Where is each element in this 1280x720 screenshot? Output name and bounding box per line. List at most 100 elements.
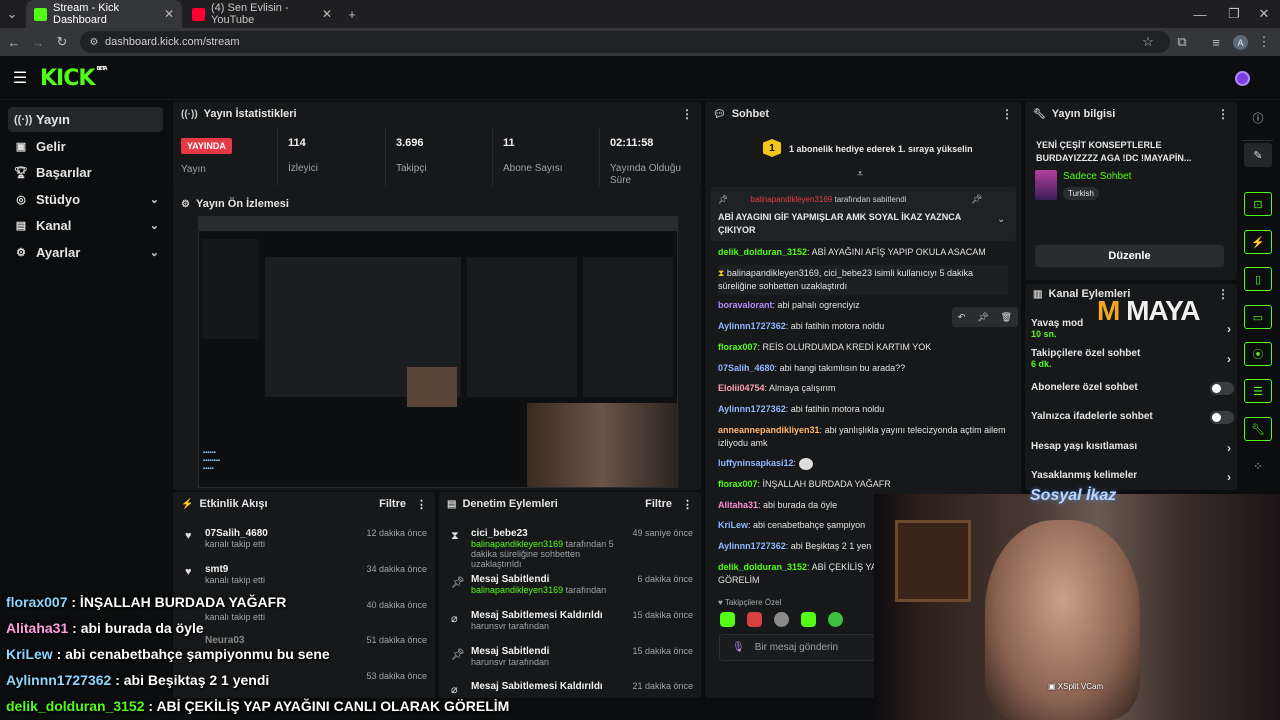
viewers-label: İzleyici bbox=[288, 163, 319, 174]
profile-avatar[interactable]: A bbox=[1233, 35, 1248, 50]
lightning-icon[interactable]: ⚡ bbox=[1244, 230, 1272, 254]
chat-user[interactable]: Aylinnn1727362 bbox=[718, 541, 786, 551]
pin-action-icon[interactable]: 📌︎ bbox=[971, 194, 982, 205]
microphone-icon[interactable]: 🎙︎ bbox=[732, 642, 745, 653]
chat-user[interactable]: florax007 bbox=[718, 342, 758, 352]
minimize-icon[interactable]: — bbox=[1192, 6, 1208, 22]
filter-button[interactable]: Filtre bbox=[379, 498, 406, 510]
stream-preview-video[interactable]: ▪▪▪▪▪▪ ▪▪▪▪▪▪▪▪ ▪▪▪▪▪ bbox=[198, 216, 678, 488]
chat-user[interactable]: delik_dolduran_3152 bbox=[718, 247, 807, 257]
divider bbox=[277, 128, 278, 186]
pencil-icon[interactable]: ✎ bbox=[1244, 143, 1272, 167]
hamburger-menu-icon[interactable]: ☰ bbox=[12, 70, 28, 87]
sidebar-item-ayarlar[interactable]: ⚙ Ayarlar ⌄ bbox=[8, 240, 163, 265]
emote-icon[interactable] bbox=[774, 612, 789, 627]
subs-stat: 11 Abone Sayısı bbox=[503, 137, 562, 175]
tab-youtube[interactable]: (4) Sen Evlisin - YouTube ✕ bbox=[184, 0, 340, 28]
reload-icon[interactable]: ↻ bbox=[54, 34, 70, 50]
bookmark-star-icon[interactable]: ☆ bbox=[1140, 34, 1156, 50]
more-options-icon[interactable]: ⋮ bbox=[1217, 287, 1229, 301]
chat-user[interactable]: Aylinnn1727362 bbox=[718, 404, 786, 414]
forward-icon[interactable]: → bbox=[30, 34, 46, 50]
more-options-icon[interactable]: ⋮ bbox=[1217, 107, 1229, 121]
chat-user[interactable]: boravalorant bbox=[718, 300, 773, 310]
close-tab-icon[interactable]: ✕ bbox=[322, 7, 332, 21]
chat-user[interactable]: Alitaha31 bbox=[718, 500, 758, 510]
sidebar-item-gelir[interactable]: ▣ Gelir bbox=[8, 134, 163, 159]
filter-button[interactable]: Filtre bbox=[645, 498, 672, 510]
chat-user[interactable]: delik_dolduran_3152 bbox=[718, 562, 807, 572]
broadcast-icon[interactable]: ⦿ bbox=[1244, 342, 1272, 366]
chat-user[interactable]: 07Salih_4680 bbox=[718, 363, 775, 373]
site-info-icon[interactable]: ⚙ bbox=[86, 34, 102, 50]
more-options-icon[interactable]: ⋮ bbox=[416, 498, 427, 511]
account-age-setting[interactable]: Hesap yaşı kısıtlaması › bbox=[1031, 441, 1231, 455]
chat-bubble-icon[interactable]: ▭ bbox=[1244, 305, 1272, 329]
emote-icon[interactable] bbox=[720, 612, 735, 627]
sidebar-item-studyo[interactable]: ◎ Stüdyo ⌄ bbox=[8, 187, 163, 212]
close-window-icon[interactable]: ✕ bbox=[1256, 6, 1272, 22]
chevron-down-icon[interactable]: ⌄ bbox=[997, 214, 1005, 225]
followers-only-setting[interactable]: Takipçilere özel sohbet 6 dk. › bbox=[1031, 348, 1231, 369]
scan-icon[interactable]: ⊡ bbox=[1244, 192, 1272, 216]
restore-icon[interactable]: ❐ bbox=[1226, 6, 1242, 22]
activity-text: kanalı takip etti bbox=[205, 539, 266, 549]
back-icon[interactable]: ← bbox=[6, 34, 22, 50]
emote-only-toggle[interactable] bbox=[1210, 411, 1234, 424]
chat-user[interactable]: Aylinnn1727362 bbox=[718, 321, 786, 331]
pin-icon[interactable]: 📌︎ bbox=[977, 312, 988, 323]
overlay-chat-line: Aylinnn1727362 : abi Beşiktaş 2 1 yendi bbox=[6, 672, 269, 688]
emote-icon[interactable] bbox=[747, 612, 762, 627]
emote-only-setting: Yalnızca ifadelerle sohbet bbox=[1031, 411, 1234, 424]
info-icon[interactable]: ⓘ bbox=[1244, 106, 1272, 130]
emote-icon[interactable] bbox=[828, 612, 843, 627]
chevron-right-icon: › bbox=[1227, 441, 1231, 455]
reading-list-icon[interactable]: ≡ bbox=[1208, 34, 1224, 50]
kick-logo[interactable]: KICK BETA bbox=[40, 66, 108, 91]
tab-title: Stream - Kick Dashboard bbox=[53, 2, 120, 26]
gift-rank-number: 1 bbox=[769, 142, 775, 154]
more-options-icon[interactable]: ⋮ bbox=[682, 498, 693, 511]
collapse-icon[interactable]: ⩡ bbox=[857, 168, 863, 181]
sidebar-item-basarilar[interactable]: 🏆︎ Başarılar bbox=[8, 160, 163, 185]
unpin-icon: ⌀ bbox=[451, 613, 458, 625]
browser-menu-icon[interactable]: ⋮ bbox=[1256, 34, 1272, 50]
slow-mode-setting[interactable]: Yavaş mod 10 sn. › bbox=[1031, 318, 1231, 339]
edit-stream-button[interactable]: Düzenle bbox=[1035, 245, 1224, 267]
followers-stat: 3.696 Takipçi bbox=[396, 137, 427, 175]
sidebar-item-label: Başarılar bbox=[36, 165, 92, 180]
delete-icon[interactable]: 🗑︎ bbox=[1001, 312, 1012, 323]
chat-user[interactable]: florax007 bbox=[718, 479, 758, 489]
more-options-icon[interactable]: ⋮ bbox=[1001, 107, 1013, 121]
subscribers-only-toggle[interactable] bbox=[1210, 382, 1234, 395]
banned-words-setting[interactable]: Yasaklanmış kelimeler › bbox=[1031, 470, 1231, 484]
user-avatar[interactable] bbox=[1235, 71, 1250, 86]
chevron-down-icon: ⌄ bbox=[149, 247, 159, 259]
chat-user[interactable]: KriLew bbox=[718, 520, 748, 530]
chat-input[interactable]: 🎙︎ Bir mesaj gönderin bbox=[719, 634, 875, 661]
chat-icon: 💬︎ bbox=[713, 108, 726, 120]
reply-icon[interactable]: ↶ bbox=[958, 312, 966, 323]
apps-icon[interactable]: ⁘ bbox=[1244, 454, 1272, 478]
sidebar-item-yayin[interactable]: ((·)) Yayın bbox=[8, 107, 163, 132]
chat-user[interactable]: luffyninsapkasi12 bbox=[718, 458, 794, 468]
url-input[interactable]: dashboard.kick.com/stream bbox=[80, 31, 1170, 53]
tab-kick-dashboard[interactable]: Stream - Kick Dashboard ✕ bbox=[26, 0, 182, 28]
chat-user[interactable]: Elolii04754 bbox=[718, 383, 765, 393]
new-tab-icon[interactable]: + bbox=[344, 6, 360, 22]
list-icon[interactable]: ☰ bbox=[1244, 379, 1272, 403]
close-tab-icon[interactable]: ✕ bbox=[164, 7, 174, 21]
sidebar-item-label: Stüdyo bbox=[36, 192, 81, 207]
extensions-icon[interactable]: ⧉ bbox=[1174, 34, 1190, 50]
xsplit-watermark: ▣ XSplit VCam bbox=[1048, 682, 1103, 691]
sidebar-item-kanal[interactable]: ▤ Kanal ⌄ bbox=[8, 213, 163, 238]
stream-category[interactable]: Sadece Sohbet bbox=[1063, 171, 1131, 182]
emote-bar bbox=[720, 612, 860, 628]
tab-search-icon[interactable]: ⌄ bbox=[4, 6, 20, 22]
document-icon[interactable]: ▯ bbox=[1244, 267, 1272, 291]
emote-icon[interactable] bbox=[801, 612, 816, 627]
chat-user[interactable]: anneannepandikliyen31 bbox=[718, 425, 820, 435]
pin-icon: 📌︎ bbox=[451, 577, 465, 589]
more-options-icon[interactable]: ⋮ bbox=[681, 107, 693, 121]
wrench-icon[interactable]: 🔧︎ bbox=[1244, 417, 1272, 441]
